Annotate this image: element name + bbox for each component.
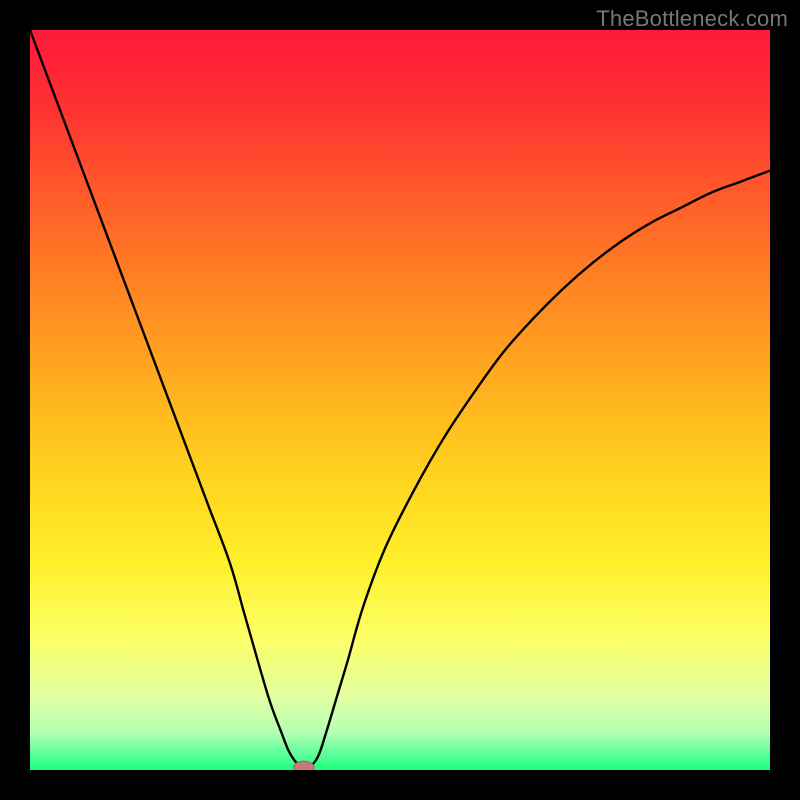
optimal-point-marker [293,761,314,770]
plot-area [30,30,770,770]
gradient-background [30,30,770,770]
chart-svg [30,30,770,770]
watermark-text: TheBottleneck.com [596,6,788,32]
chart-frame: TheBottleneck.com [0,0,800,800]
